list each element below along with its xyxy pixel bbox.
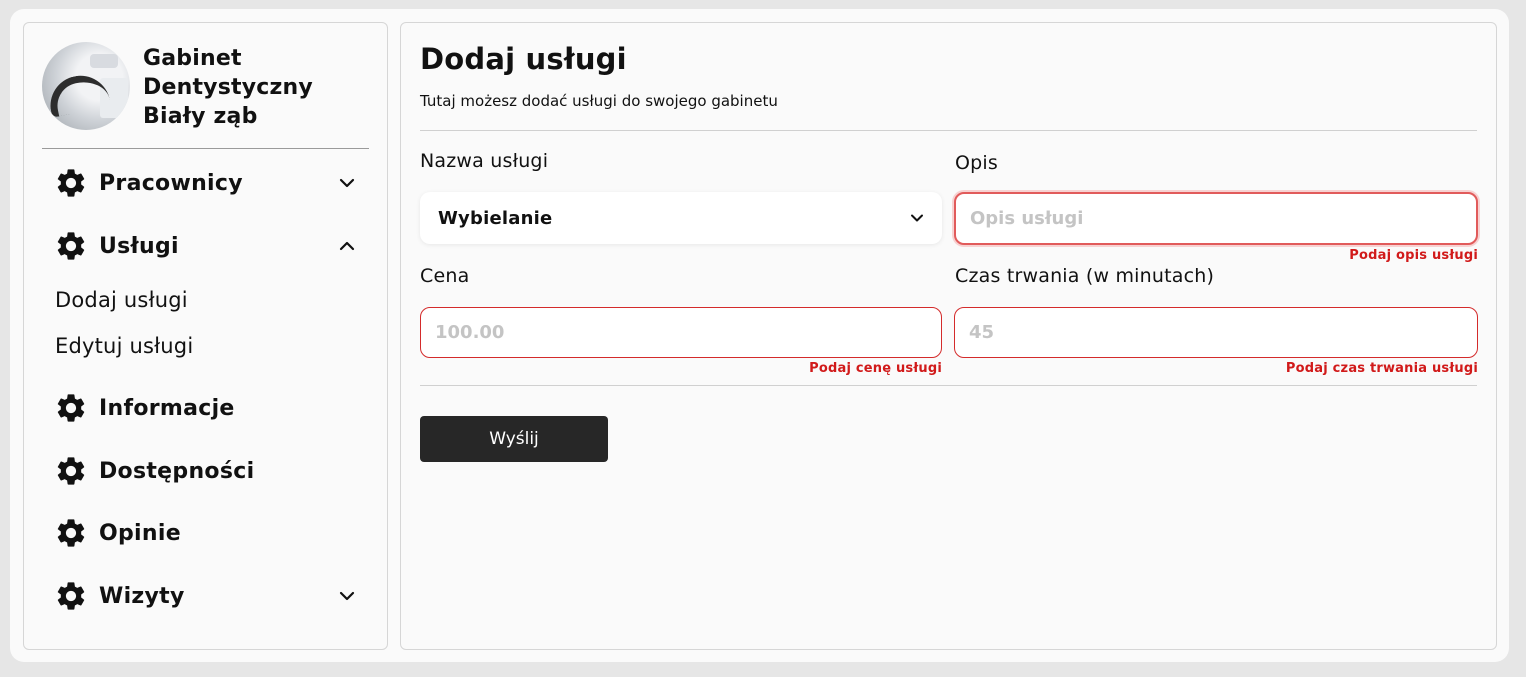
- sidebar-item-uslugi[interactable]: Usługi: [54, 226, 359, 266]
- page-subtitle: Tutaj możesz dodać usługi do swojego gab…: [420, 92, 778, 110]
- sidebar-subitem-edytuj-uslugi[interactable]: Edytuj usługi: [55, 334, 193, 358]
- duration-input[interactable]: [954, 307, 1478, 358]
- header-divider: [420, 130, 1477, 131]
- price-label: Cena: [420, 265, 470, 287]
- sidebar-divider: [42, 148, 369, 149]
- gear-icon: [57, 232, 85, 260]
- sidebar-item-opinie[interactable]: Opinie: [54, 513, 359, 553]
- description-label: Opis: [955, 152, 998, 174]
- sidebar-item-label: Pracownicy: [99, 170, 243, 196]
- sidebar-item-wizyty[interactable]: Wizyty: [54, 576, 359, 616]
- duration-label: Czas trwania (w minutach): [955, 265, 1215, 287]
- sidebar-item-pracownicy[interactable]: Pracownicy: [54, 163, 359, 203]
- chevron-down-icon: [911, 214, 923, 222]
- service-name-value: Wybielanie: [438, 207, 553, 229]
- form-divider: [420, 385, 1477, 386]
- price-error: Podaj cenę usługi: [809, 361, 942, 376]
- chevron-up-icon: [339, 241, 355, 251]
- sidebar-item-label: Wizyty: [99, 583, 185, 609]
- sidebar-item-label: Usługi: [99, 233, 179, 259]
- price-input[interactable]: [420, 307, 942, 358]
- sidebar-item-label: Informacje: [99, 395, 235, 421]
- sidebar-item-informacje[interactable]: Informacje: [54, 388, 359, 428]
- sidebar-subitem-dodaj-uslugi[interactable]: Dodaj usługi: [55, 288, 188, 312]
- sidebar: Gabinet Dentystyczny Biały ząb Pracownic…: [23, 22, 388, 650]
- service-name-select[interactable]: Wybielanie: [420, 192, 942, 244]
- page-title: Dodaj usługi: [420, 42, 627, 76]
- gear-icon: [57, 394, 85, 422]
- sidebar-item-label: Opinie: [99, 520, 181, 546]
- main-panel: Dodaj usługi Tutaj możesz dodać usługi d…: [400, 22, 1497, 650]
- chevron-down-icon: [339, 178, 355, 188]
- gear-icon: [57, 457, 85, 485]
- gear-icon: [57, 169, 85, 197]
- brand: Gabinet Dentystyczny Biały ząb: [42, 42, 372, 132]
- gear-icon: [57, 582, 85, 610]
- description-error: Podaj opis usługi: [1349, 248, 1478, 263]
- duration-error: Podaj czas trwania usługi: [1285, 361, 1478, 376]
- clinic-avatar: [42, 42, 130, 130]
- submit-button[interactable]: Wyślij: [420, 416, 608, 462]
- service-name-label: Nazwa usługi: [420, 150, 549, 172]
- clinic-name: Gabinet Dentystyczny Biały ząb: [143, 46, 313, 129]
- chevron-down-icon: [339, 591, 355, 601]
- sidebar-item-dostepnosci[interactable]: Dostępności: [54, 451, 359, 491]
- description-input[interactable]: [954, 192, 1478, 245]
- sidebar-item-label: Dostępności: [99, 458, 255, 484]
- gear-icon: [57, 519, 85, 547]
